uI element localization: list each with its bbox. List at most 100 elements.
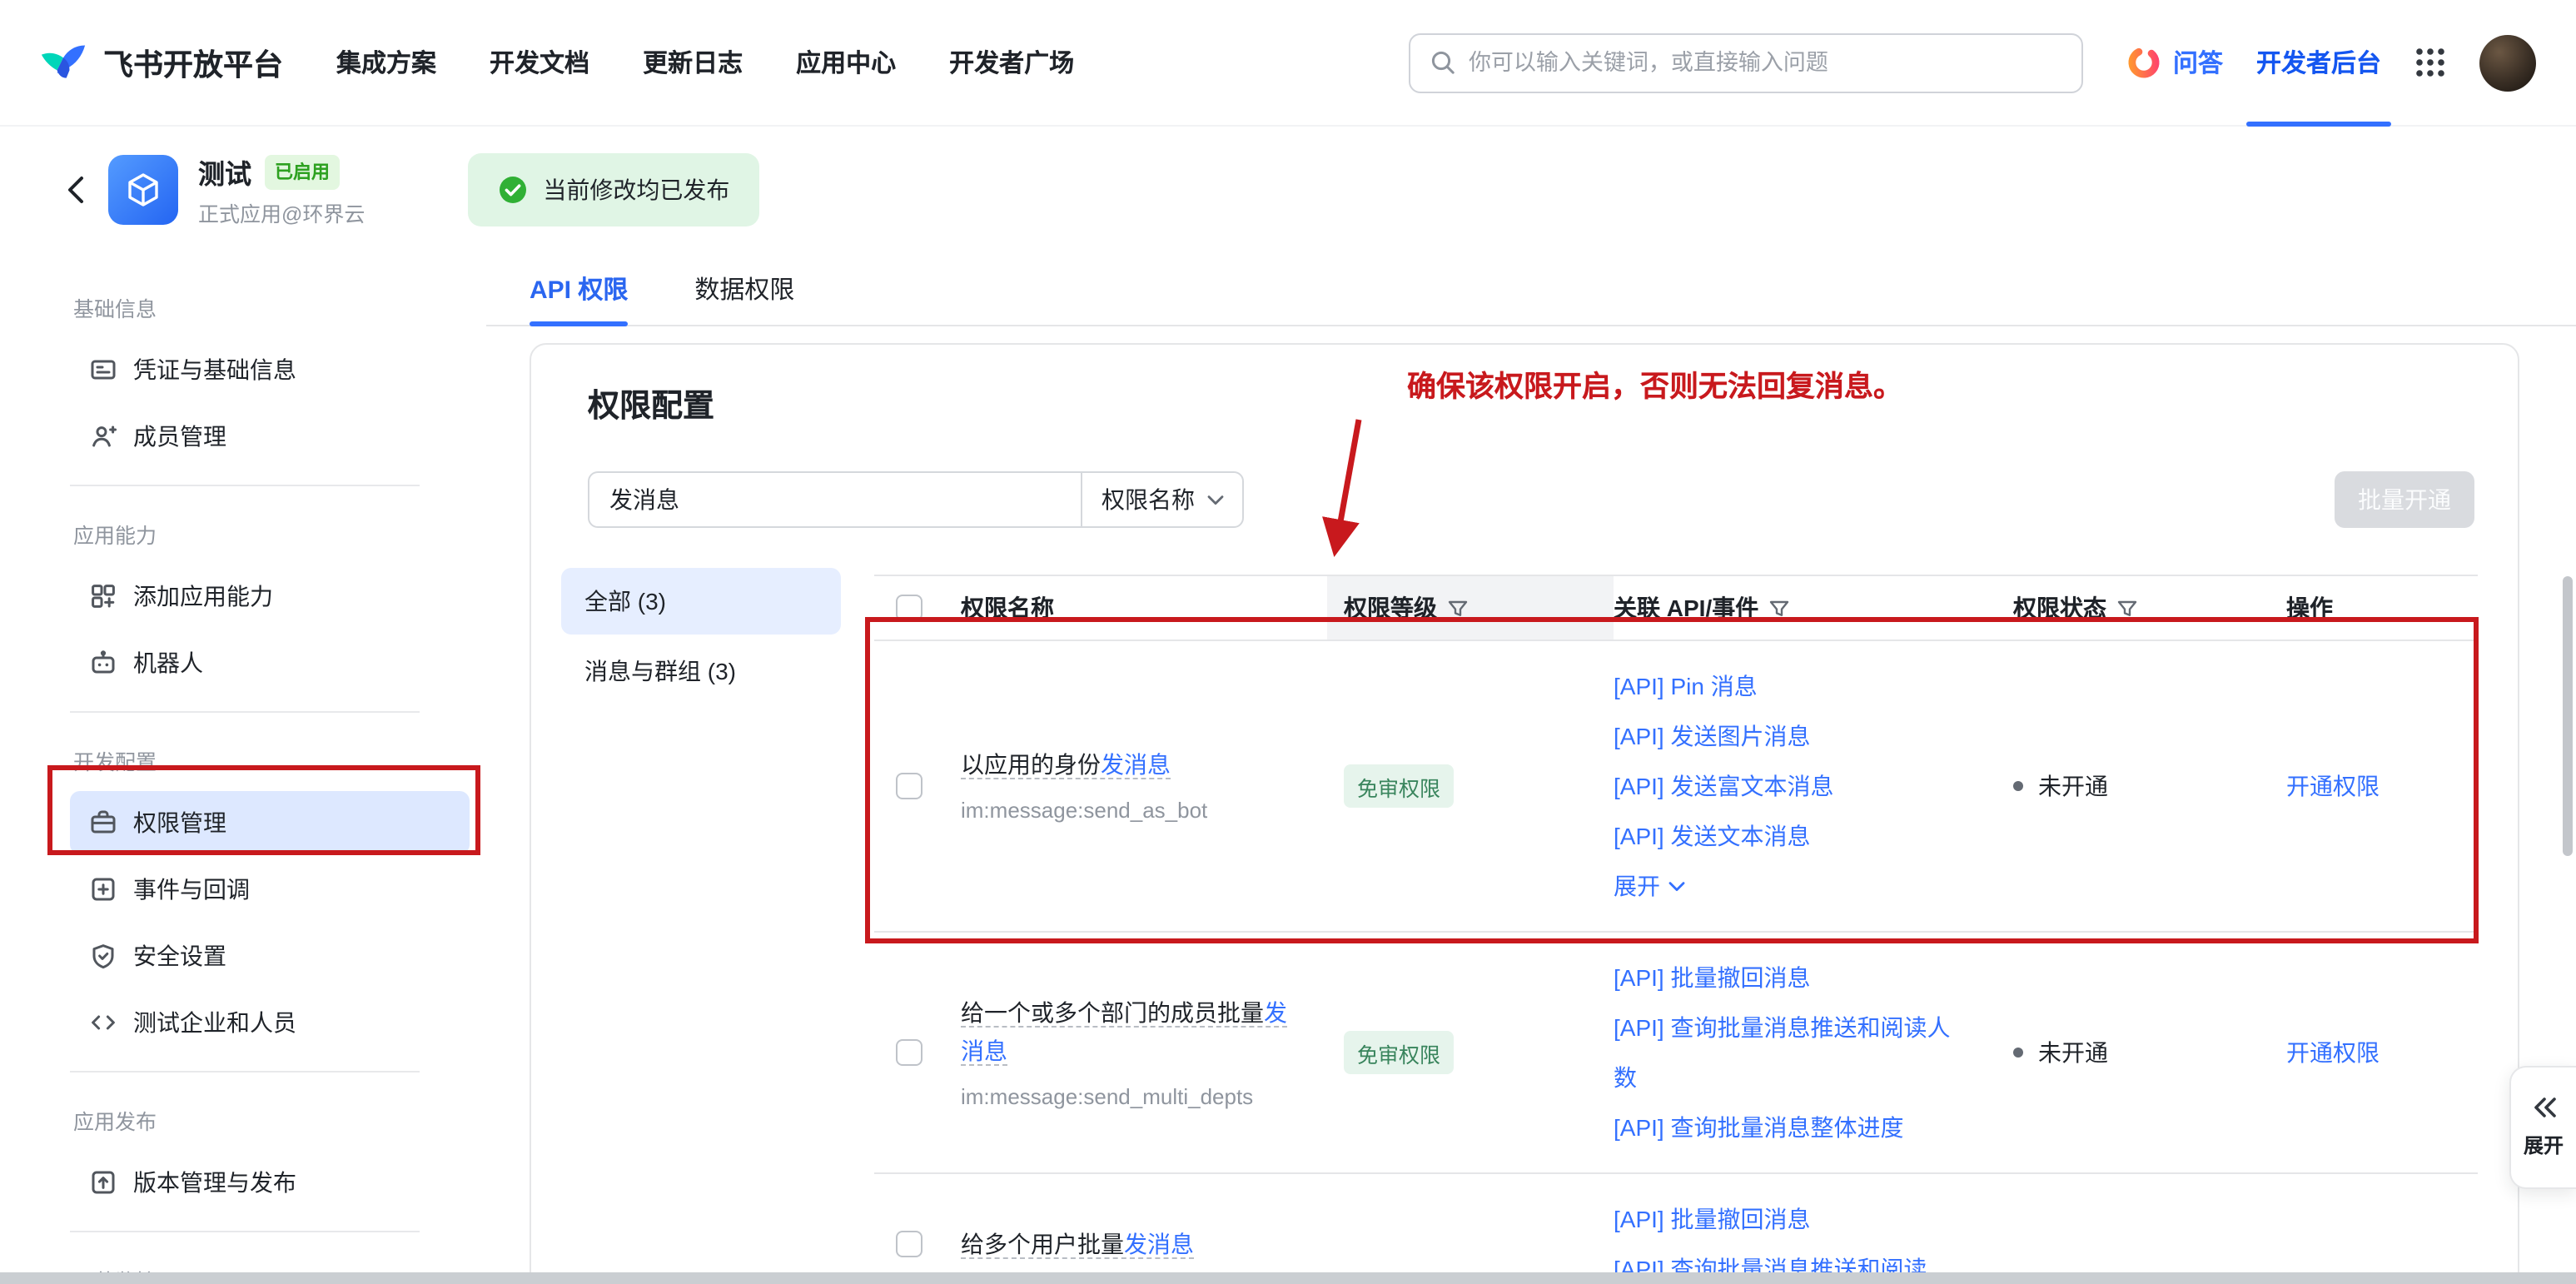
row-checkbox[interactable]: [896, 1231, 922, 1257]
permission-code: im:message:send_as_bot: [961, 796, 1297, 826]
filter-icon: [1447, 597, 1469, 619]
members-icon: [90, 423, 117, 450]
sidebar-item-bot[interactable]: 机器人: [70, 631, 470, 694]
col-header-level[interactable]: 权限等级: [1327, 576, 1614, 640]
scrollbar[interactable]: [2563, 576, 2573, 856]
api-link[interactable]: [API] 发送文本消息: [1614, 811, 1963, 861]
back-icon[interactable]: [67, 175, 85, 205]
status-text: 未开通: [2038, 1036, 2108, 1069]
permission-search-input[interactable]: [588, 471, 1081, 528]
avatar[interactable]: [2479, 34, 2536, 91]
status-dot-icon: [2013, 781, 2023, 791]
app-header: 测试 已启用 正式应用@环界云 当前修改均已发布: [0, 127, 2576, 253]
open-permission-link[interactable]: 开通权限: [2286, 1039, 2380, 1066]
app-meta: 测试 已启用 正式应用@环界云: [198, 152, 365, 228]
sidebar-divider: [70, 1231, 420, 1232]
qa-icon: [2126, 45, 2161, 80]
bot-icon: [90, 649, 117, 676]
developer-console-link[interactable]: 开发者后台: [2256, 0, 2381, 126]
sidebar-item-permission[interactable]: 权限管理: [70, 791, 470, 854]
tab-api-permission[interactable]: API 权限: [530, 253, 628, 325]
api-link[interactable]: [API] 发送图片消息: [1614, 711, 1963, 761]
publish-status: 当前修改均已发布: [468, 153, 759, 226]
sidebar-item-label: 事件与回调: [133, 873, 250, 906]
nav-link-integration[interactable]: 集成方案: [336, 45, 436, 80]
permission-filter-select[interactable]: 权限名称: [1081, 471, 1244, 528]
api-link[interactable]: [API] 批量撤回消息: [1614, 953, 1963, 1003]
permission-name[interactable]: 以应用的身份发消息: [961, 751, 1171, 779]
status-text: 未开通: [2038, 769, 2108, 803]
sidebar: 基础信息 凭证与基础信息 成员管理 应用能力 添加应用能力: [0, 253, 486, 1284]
tab-label: API 权限: [530, 271, 628, 306]
sidebar-item-events[interactable]: 事件与回调: [70, 858, 470, 921]
expand-panel-label: 展开: [2524, 1131, 2564, 1159]
filter-icon: [2116, 597, 2138, 619]
expand-panel-button[interactable]: 展开: [2509, 1066, 2576, 1189]
chevron-down-icon: [1206, 494, 1223, 505]
event-callback-icon: [90, 876, 117, 903]
permission-name[interactable]: 给多个用户批量发消息: [961, 1230, 1194, 1258]
col-header-status[interactable]: 权限状态: [2007, 576, 2280, 640]
api-link[interactable]: [API] 查询批量消息推送和阅读人数: [1614, 1003, 1963, 1102]
sidebar-item-label: 机器人: [133, 646, 203, 679]
publish-status-text: 当前修改均已发布: [543, 173, 729, 207]
sidebar-section-dev-config: 开发配置: [70, 729, 470, 791]
api-link[interactable]: [API] Pin 消息: [1614, 661, 1963, 711]
developer-console-label: 开发者后台: [2256, 45, 2381, 80]
sidebar-divider: [70, 711, 420, 713]
top-nav: 飞书开放平台 集成方案 开发文档 更新日志 应用中心 开发者广场: [0, 0, 2576, 127]
permission-row-send-as-bot: 以应用的身份发消息 im:message:send_as_bot 免审权限 [A…: [874, 641, 2478, 933]
nav-link-dev-plaza[interactable]: 开发者广场: [949, 45, 1074, 80]
global-search[interactable]: [1409, 32, 2083, 92]
permission-row-send-multi-users: 给多个用户批量发消息 [API] 批量撤回消息 [API] 查询批量消息推送和阅…: [874, 1174, 2478, 1284]
permission-name-highlight: 发消息: [1101, 751, 1171, 778]
nav-link-changelog[interactable]: 更新日志: [643, 45, 743, 80]
sidebar-item-credentials[interactable]: 凭证与基础信息: [70, 338, 470, 401]
category-message-group[interactable]: 消息与群组 (3): [561, 638, 841, 704]
expand-apis-link[interactable]: 展开: [1614, 861, 1963, 911]
qa-label: 问答: [2173, 45, 2223, 80]
feishu-logo-icon: [40, 42, 87, 83]
select-all-checkbox[interactable]: [896, 595, 922, 621]
api-link[interactable]: [API] 查询批量消息整体进度: [1614, 1102, 1963, 1152]
col-header-label: 关联 API/事件: [1614, 591, 1758, 625]
window-bottom-edge: [0, 1272, 2576, 1284]
apps-grid-icon[interactable]: [2414, 47, 2446, 78]
sidebar-divider: [70, 485, 420, 486]
sidebar-item-security[interactable]: 安全设置: [70, 924, 470, 988]
credential-icon: [90, 356, 117, 383]
col-header-apis[interactable]: 关联 API/事件: [1614, 576, 2007, 640]
nav-link-docs[interactable]: 开发文档: [490, 45, 589, 80]
sidebar-section-capability: 应用能力: [70, 503, 470, 565]
permission-name-text: 给一个或多个部门的成员批量: [961, 998, 1264, 1025]
table-header-row: 权限名称 权限等级 关联 API/事件 权限状态 操作: [874, 575, 2478, 641]
tab-data-permission[interactable]: 数据权限: [694, 253, 794, 325]
version-release-icon: [90, 1169, 117, 1196]
nav-link-app-center[interactable]: 应用中心: [796, 45, 896, 80]
batch-open-button[interactable]: 批量开通: [2335, 471, 2474, 528]
global-search-input[interactable]: [1469, 50, 2061, 75]
sidebar-item-test-org[interactable]: 测试企业和人员: [70, 991, 470, 1054]
permission-name[interactable]: 给一个或多个部门的成员批量发消息: [961, 998, 1287, 1065]
open-permission-link[interactable]: 开通权限: [2286, 773, 2380, 799]
api-link[interactable]: [API] 发送富文本消息: [1614, 761, 1963, 811]
permission-tabbar: API 权限 数据权限: [486, 253, 2576, 326]
category-all[interactable]: 全部 (3): [561, 568, 841, 635]
sidebar-item-members[interactable]: 成员管理: [70, 405, 470, 468]
qa-link[interactable]: 问答: [2126, 45, 2223, 80]
col-header-name: 权限名称: [961, 576, 1327, 640]
col-header-action: 操作: [2280, 576, 2478, 640]
sidebar-item-add-capability[interactable]: 添加应用能力: [70, 565, 470, 628]
app-subtitle: 正式应用@环界云: [198, 197, 365, 228]
sidebar-item-version[interactable]: 版本管理与发布: [70, 1151, 470, 1214]
feishu-open-platform-console: 飞书开放平台 集成方案 开发文档 更新日志 应用中心 开发者广场: [0, 0, 2576, 1284]
sidebar-item-label: 成员管理: [133, 420, 226, 453]
brand-name: 飞书开放平台: [103, 41, 283, 84]
app-name: 测试: [198, 152, 251, 192]
row-checkbox[interactable]: [896, 1039, 922, 1066]
code-brackets-icon: [90, 1009, 117, 1036]
row-checkbox[interactable]: [896, 773, 922, 799]
api-link[interactable]: [API] 批量撤回消息: [1614, 1194, 1963, 1244]
page-title: 权限配置: [588, 381, 714, 426]
brand[interactable]: 飞书开放平台: [40, 41, 283, 84]
